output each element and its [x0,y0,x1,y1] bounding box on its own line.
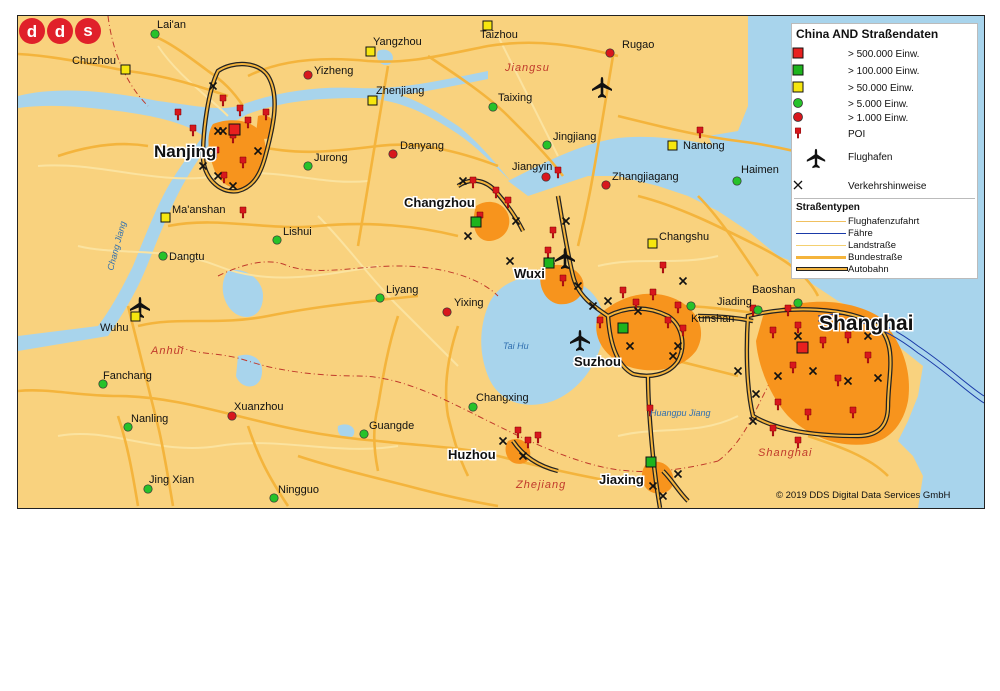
city-label-huzhou: Huzhou [448,447,496,462]
legend-divider [794,198,975,199]
legend-item: Flughafen [792,148,977,172]
city-label-nanling: Nanling [131,413,168,425]
legend-label: Fähre [848,228,873,239]
svg-text:d: d [27,22,37,41]
region-label-anhui: Anhui [150,345,184,357]
map-legend: China AND Straßendaten > 500.000 Einw. >… [791,23,978,279]
city-label-kunshan: Kunshan [691,313,734,325]
legend-road-item: Bundestraße [792,252,977,264]
svg-text:d: d [55,22,65,41]
road-line-icon [796,221,846,222]
legend-roads-title: Straßentypen [796,202,860,213]
city-label-guangde: Guangde [369,420,414,432]
city-label-suzhou: Suzhou [574,354,621,369]
city-label-changzhou: Changzhou [404,195,475,210]
water-label-huangpu: Huangpu Jiang [650,408,711,418]
legend-label: > 5.000 Einw. [848,99,909,110]
city-label-rugao: Rugao [622,39,654,51]
city-label-wuxi: Wuxi [514,266,545,281]
region-label-jiangsu: Jiangsu [504,62,550,74]
city-label-changshu: Changshu [659,231,709,243]
svg-text:s: s [83,21,92,40]
legend-label: POI [848,129,866,140]
city-label-jingjiang: Jingjiang [553,131,596,143]
map[interactable]: Tai Hu Chang Jiang Huangpu Jiang Jiangsu… [17,15,985,509]
legend-item: > 1.000 Einw. [792,111,977,127]
autobahn-line-icon [796,267,848,271]
city-label-zhenjiang: Zhenjiang [376,85,424,97]
legend-road-item: Fähre [792,228,977,240]
city-label-laian: Lai'an [157,19,186,31]
legend-road-item: Landstraße [792,240,977,252]
water-label-tai-hu: Tai Hu [503,341,529,351]
ferry-line-icon [796,233,846,234]
city-label-zhangjiagang: Zhangjiagang [612,171,679,183]
legend-label: > 100.000 Einw. [848,66,920,77]
city-label-chuzhou: Chuzhou [72,55,116,67]
legend-item: > 500.000 Einw. [792,47,977,63]
legend-item: POI [792,127,977,143]
legend-road-item: Autobahn [792,264,977,276]
city-label-xuanzhou: Xuanzhou [234,401,284,413]
legend-label: Bundestraße [848,252,903,263]
city-label-ningguo: Ningguo [278,484,319,496]
legend-label: Verkehrshinweise [848,181,927,192]
city-label-jiaxing: Jiaxing [599,472,644,487]
city-label-dangtu: Dangtu [169,251,204,263]
city-label-jiangyin: Jiangyin [512,161,552,173]
legend-label: Landstraße [848,240,897,251]
city-label-yixing: Yixing [454,297,484,309]
city-label-jiading: Jiading [717,296,752,308]
city-label-maanshan: Ma'anshan [172,204,225,216]
city-label-haimen: Haimen [741,164,779,176]
road-line-icon [796,245,846,246]
city-label-fanchang: Fanchang [103,370,152,382]
legend-label: Flughafenzufahrt [848,216,920,227]
poi-pin-icon [795,127,801,139]
airplane-icon [806,148,826,169]
traffic-x-icon [793,180,803,190]
city-label-danyang: Danyang [400,140,444,152]
city-label-yangzhou: Yangzhou [373,36,422,48]
legend-label: > 1.000 Einw. [848,113,909,124]
green-dot-icon [793,98,803,108]
city-label-liyang: Liyang [386,284,418,296]
legend-item: > 100.000 Einw. [792,64,977,80]
city-label-taixing: Taixing [498,92,532,104]
legend-label: Autobahn [848,264,889,275]
city-label-nantong: Nantong [683,140,725,152]
city-label-nanjing: Nanjing [154,142,216,161]
road-line-icon [796,256,846,259]
yellow-square-icon [792,81,804,93]
region-label-zhejiang: Zhejiang [515,479,566,491]
green-square-icon [792,64,804,76]
city-label-jing-xian: Jing Xian [149,474,194,486]
red-dot-icon [793,112,803,122]
city-label-shanghai: Shanghai [819,312,914,335]
legend-label: Flughafen [848,152,893,163]
red-square-icon [792,47,804,59]
legend-item: Verkehrshinweise [792,179,977,195]
legend-label: > 50.000 Einw. [848,83,914,94]
city-label-wuhu: Wuhu [100,322,129,334]
city-label-taizhou: Taizhou [480,29,518,41]
legend-label: > 500.000 Einw. [848,49,920,60]
legend-title: China AND Straßendaten [796,27,939,41]
city-label-jurong: Jurong [314,152,348,164]
legend-item: > 50.000 Einw. [792,81,977,97]
region-label-shanghai: Shanghai [758,447,813,459]
dds-logo: d d s [19,18,101,44]
city-label-changxing: Changxing [476,392,529,404]
city-label-baoshan: Baoshan [752,284,795,296]
city-label-yizheng: Yizheng [314,65,353,77]
copyright-text: © 2019 DDS Digital Data Services GmbH [776,490,951,501]
legend-road-item: Flughafenzufahrt [792,216,977,228]
city-label-lishui: Lishui [283,226,312,238]
